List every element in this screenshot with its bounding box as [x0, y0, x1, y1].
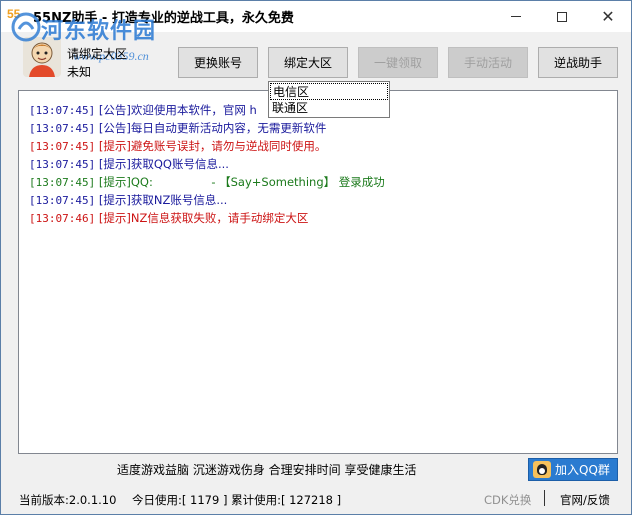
minimize-icon	[511, 16, 521, 17]
log-line: [13:07:45] [提示]QQ: - 【Say+Something】 登录成…	[29, 173, 385, 191]
one-click-claim-button[interactable]: 一键领取	[358, 47, 438, 78]
log-text: [公告]欢迎使用本软件，官网 h	[98, 103, 257, 117]
log-line: [13:07:45] [提示]获取QQ账号信息...	[29, 155, 229, 173]
status-divider	[544, 490, 545, 506]
join-qq-group-label: 加入QQ群	[555, 463, 610, 477]
log-time: [13:07:45]	[29, 158, 96, 171]
log-text: [公告]每日自动更新活动内容，无需更新软件	[98, 121, 327, 135]
health-slogan: 适度游戏益脑 沉迷游戏伤身 合理安排时间 享受健康生活	[117, 463, 417, 477]
join-qq-group-button[interactable]: 加入QQ群	[528, 458, 618, 481]
log-text: [提示]避免账号误封，请勿与逆战同时使用。	[98, 139, 327, 153]
region-option[interactable]: 电信区	[270, 83, 388, 100]
log-line: [13:07:45] [公告]每日自动更新活动内容，无需更新软件	[29, 119, 326, 137]
log-line: [13:07:46] [提示]NZ信息获取失败，请手动绑定大区	[29, 209, 308, 227]
log-time: [13:07:45]	[29, 104, 96, 117]
log-line: [13:07:45] [提示]避免账号误封，请勿与逆战同时使用。	[29, 137, 326, 155]
avatar	[23, 37, 61, 77]
log-time: [13:07:45]	[29, 176, 96, 189]
log-line: [13:07:45] [提示]获取NZ账号信息...	[29, 191, 227, 209]
bind-region-button[interactable]: 绑定大区	[268, 47, 348, 78]
nz-assistant-button[interactable]: 逆战助手	[538, 47, 618, 78]
log-text: [提示]QQ: - 【Say+Something】 登录成功	[98, 175, 385, 189]
minimize-button[interactable]	[493, 1, 539, 32]
log-line: [13:07:45] [公告]欢迎使用本软件，官网 h	[29, 101, 257, 119]
log-panel[interactable]: [13:07:45] [公告]欢迎使用本软件，官网 h [13:07:45] […	[18, 90, 618, 454]
change-account-button[interactable]: 更换账号	[178, 47, 258, 78]
user-region: 未知	[67, 65, 92, 79]
region-option[interactable]: 联通区	[270, 100, 388, 117]
close-icon: ✕	[601, 6, 615, 26]
qq-icon	[533, 461, 551, 478]
log-text: [提示]NZ信息获取失败，请手动绑定大区	[98, 211, 309, 225]
app-logo: 55	[7, 7, 21, 21]
website-feedback-link[interactable]: 官网/反馈	[560, 492, 610, 508]
close-button[interactable]: ✕	[585, 1, 631, 32]
title-bar[interactable]: 55 55NZ助手 - 打造专业的逆战工具，永久免费 ✕	[1, 1, 631, 32]
log-time: [13:07:45]	[29, 194, 96, 207]
log-time: [13:07:45]	[29, 140, 96, 153]
region-dropdown-list[interactable]: 电信区 联通区	[268, 81, 390, 118]
maximize-icon	[557, 11, 567, 22]
log-text: [提示]获取QQ账号信息...	[98, 157, 229, 171]
maximize-button[interactable]	[539, 1, 585, 32]
app-window: 55 55NZ助手 - 打造专业的逆战工具，永久免费 ✕ 河东软件园 www.p…	[0, 0, 632, 515]
status-bar: 当前版本:2.0.1.10 今日使用:[ 1179 ] 累计使用:[ 12721…	[1, 484, 631, 514]
user-status: 请绑定大区	[67, 47, 128, 61]
log-time: [13:07:45]	[29, 122, 96, 135]
log-time: [13:07:46]	[29, 212, 96, 225]
log-text: [提示]获取NZ账号信息...	[98, 193, 228, 207]
avatar-image	[23, 37, 61, 77]
window-title: 55NZ助手 - 打造专业的逆战工具，永久免费	[33, 11, 294, 26]
cdk-redeem-link[interactable]: CDK兑换	[484, 492, 531, 508]
manual-activity-button[interactable]: 手动活动	[448, 47, 528, 78]
usage-stats: 今日使用:[ 1179 ] 累计使用:[ 127218 ]	[132, 493, 342, 507]
current-version: 当前版本:2.0.1.10	[19, 493, 117, 507]
